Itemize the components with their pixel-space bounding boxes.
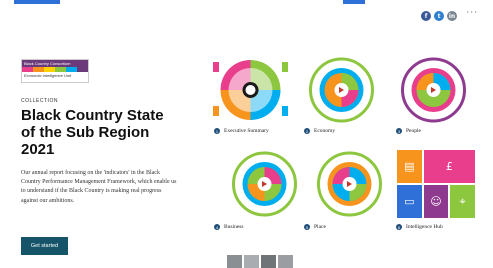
card-number: 3 [396, 128, 402, 134]
location-pin-icon: ⌖ [450, 185, 475, 218]
card-label: Place [314, 224, 326, 230]
economy-wheel-icon [309, 57, 374, 123]
logo-subtitle: Economic Intelligence Unit [24, 73, 72, 78]
card-number: 2 [304, 128, 310, 134]
card-label: Intelligence Hub [406, 224, 443, 230]
people-thumbnail[interactable] [396, 56, 471, 124]
team-photos [227, 255, 293, 268]
card-number: 6 [396, 224, 402, 230]
team-photo [261, 255, 276, 268]
card-number: 5 [304, 224, 310, 230]
business-wheel-icon [232, 151, 297, 217]
card-number: 4 [214, 224, 220, 230]
team-photo [244, 255, 259, 268]
card-label: Executive Summary [224, 128, 269, 134]
document-icon: ▤ [397, 150, 422, 183]
get-started-button[interactable]: Get started [21, 237, 68, 255]
economy-thumbnail[interactable] [304, 56, 379, 124]
card-economy[interactable]: 2 Economy [304, 128, 335, 134]
executive-summary-thumbnail[interactable] [213, 56, 288, 124]
briefcase-icon: ▭ [397, 185, 422, 218]
share-buttons: f t in [421, 11, 457, 21]
place-thumbnail[interactable] [312, 150, 387, 218]
card-executive-summary[interactable]: 1 Executive Summary [214, 128, 269, 134]
linkedin-icon[interactable]: in [447, 11, 457, 21]
team-photo [227, 255, 242, 268]
card-label: Economy [314, 128, 336, 134]
place-wheel-icon [317, 151, 382, 217]
card-people[interactable]: 3 People [396, 128, 421, 134]
indicator-quadrant-icon [213, 60, 288, 120]
page-title: Black Country State of the Sub Region 20… [21, 107, 164, 158]
header-accent-bar [343, 0, 365, 4]
card-place[interactable]: 5 Place [304, 224, 326, 230]
collection-description: Our annual report focusing on the 'indic… [21, 170, 177, 204]
card-label: People [406, 128, 421, 134]
more-options-button[interactable]: ··· [466, 8, 478, 18]
card-label: Business [224, 224, 244, 230]
organisation-logo: Black Country Consortium Economic Intell… [21, 59, 89, 83]
intelligence-hub-thumbnail[interactable]: ▤ £ ▭ ☺ ⌖ [397, 150, 475, 218]
people-icon: ☺ [423, 185, 449, 218]
logo-name: Black Country Consortium [22, 60, 88, 67]
money-icon: £ [423, 150, 475, 183]
collection-eyebrow: COLLECTION [21, 98, 58, 104]
card-business[interactable]: 4 Business [214, 224, 244, 230]
card-intelligence-hub[interactable]: 6 Intelligence Hub [396, 224, 443, 230]
header-accent-bar [14, 0, 60, 4]
people-wheel-icon [401, 57, 466, 123]
team-photo [278, 255, 293, 268]
card-number: 1 [214, 128, 220, 134]
facebook-icon[interactable]: f [421, 11, 431, 21]
business-thumbnail[interactable] [227, 150, 302, 218]
twitter-icon[interactable]: t [434, 11, 444, 21]
